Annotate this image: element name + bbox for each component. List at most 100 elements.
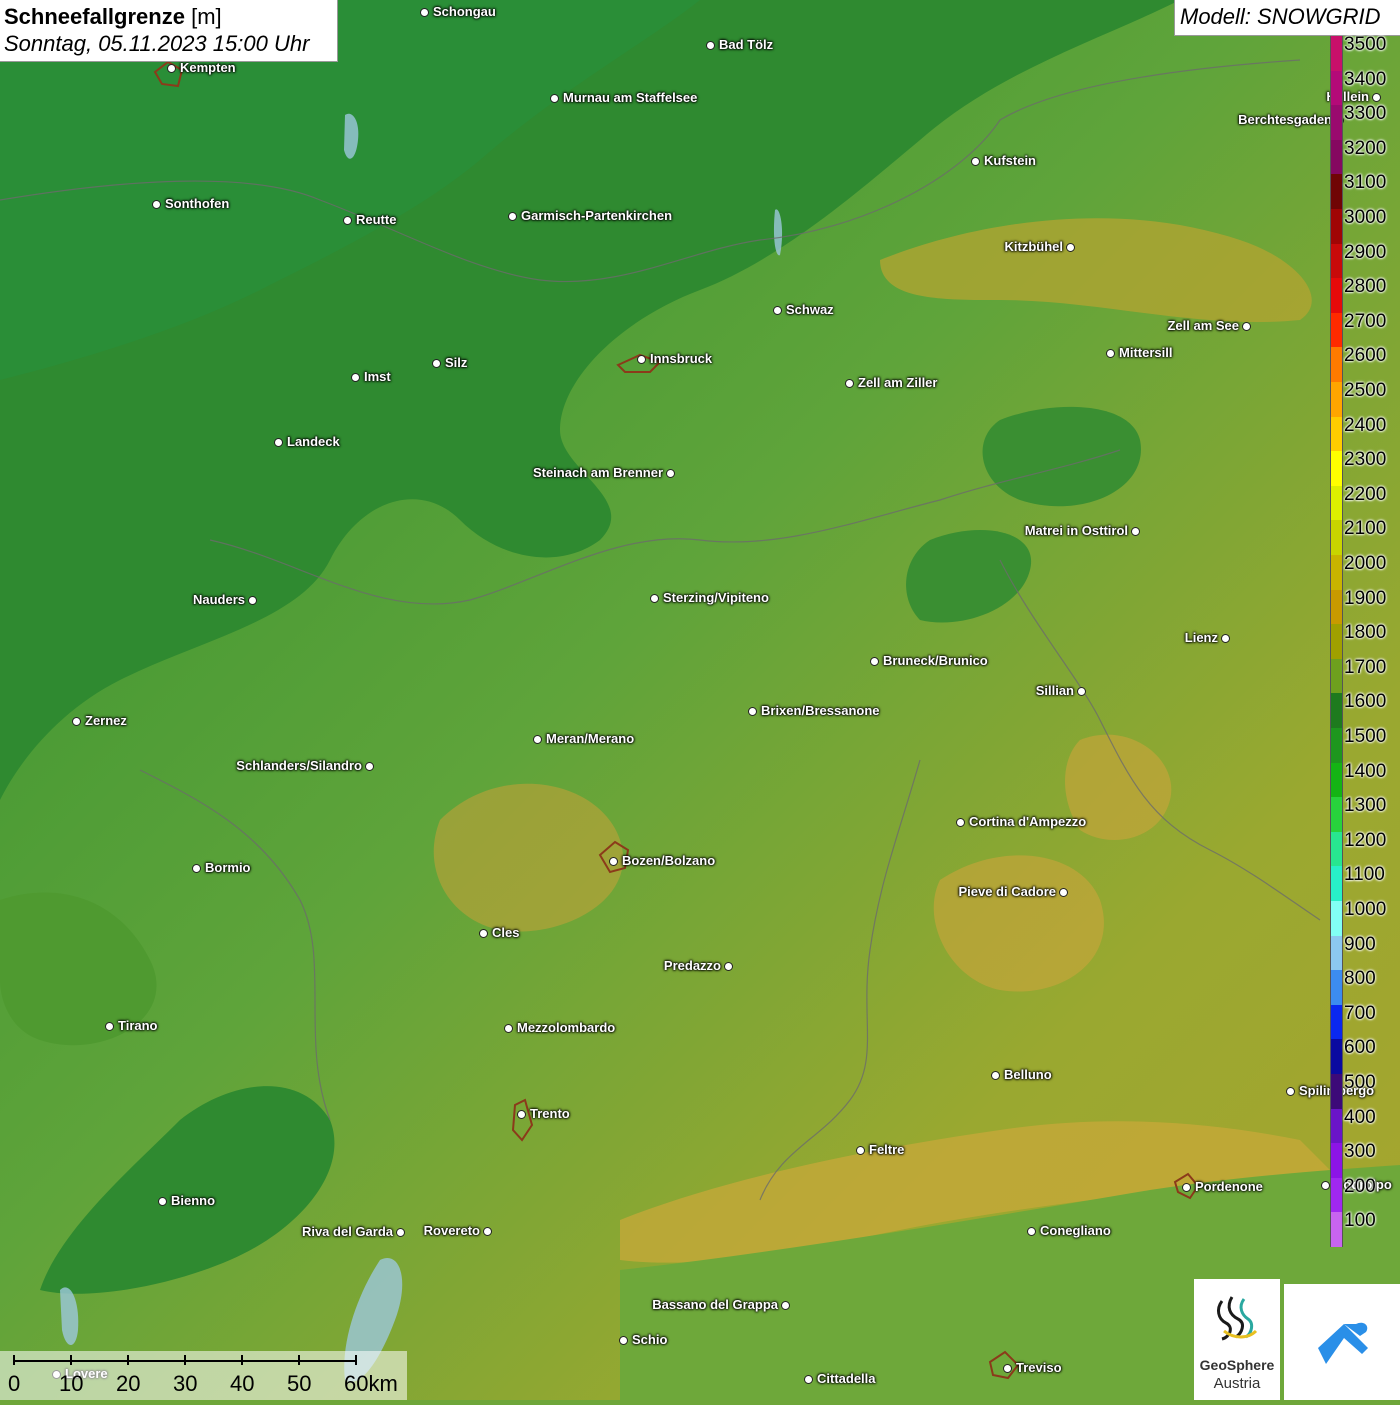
legend-swatch <box>1330 36 1343 71</box>
legend-swatch <box>1330 243 1343 279</box>
city-marker-icon <box>192 864 201 873</box>
model-label: Modell: SNOWGRID <box>1174 0 1400 36</box>
city-marker-icon <box>971 157 980 166</box>
legend-entry: 1700 <box>1328 658 1400 694</box>
city-marker-icon <box>152 200 161 209</box>
legend-label: 2800 <box>1344 276 1387 298</box>
legend-label: 1400 <box>1344 760 1387 782</box>
legend-swatch <box>1330 1074 1343 1109</box>
scale-label: 10 <box>59 1371 84 1396</box>
city-marker-icon <box>870 657 879 666</box>
legend-swatch <box>1330 1039 1343 1074</box>
city-label-conegliano: Conegliano <box>1040 1223 1111 1238</box>
legend-label: 3200 <box>1344 137 1387 159</box>
city-marker-icon <box>1242 322 1251 331</box>
scale-bar-box: 0 10 20 30 40 50 60km <box>0 1351 407 1400</box>
legend-entry: 3200 <box>1328 137 1400 175</box>
city-label-treviso: Treviso <box>1016 1360 1062 1375</box>
legend-label: 2300 <box>1344 449 1387 471</box>
legend-entry: 1100 <box>1328 865 1400 901</box>
city-marker-icon <box>748 707 757 716</box>
city-marker-icon <box>396 1228 405 1237</box>
legend-swatch <box>1330 762 1343 798</box>
city-label-garmisch-partenkirchen: Garmisch-Partenkirchen <box>521 208 673 223</box>
legend-swatch <box>1330 693 1343 728</box>
legend-entry: 3100 <box>1328 173 1400 209</box>
city-label-feltre: Feltre <box>869 1142 905 1157</box>
city-label-bienno: Bienno <box>171 1193 216 1208</box>
city-label-cortina-d-ampezzo: Cortina d'Ampezzo <box>969 814 1087 829</box>
city-marker-icon <box>167 64 176 73</box>
legend-label: 700 <box>1344 1002 1376 1024</box>
legend-entry: 2700 <box>1328 310 1400 348</box>
app-logo[interactable] <box>1284 1284 1400 1400</box>
city-label-brixen-bressanone: Brixen/Bressanone <box>761 703 880 718</box>
city-marker-icon <box>343 216 352 225</box>
legend-swatch <box>1330 416 1343 452</box>
legend-entry: 1900 <box>1328 589 1400 625</box>
legend-entry: 500 <box>1328 1072 1400 1109</box>
city-marker-icon <box>517 1110 526 1119</box>
scale-label: 50 <box>287 1371 312 1396</box>
legend-swatch <box>1330 935 1343 971</box>
city-label-cittadella: Cittadella <box>817 1371 876 1386</box>
legend-label: 500 <box>1344 1072 1376 1093</box>
legend-label: 300 <box>1344 1141 1376 1163</box>
city-label-zell-am-ziller: Zell am Ziller <box>858 375 938 390</box>
geosphere-austria-logo[interactable]: GeoSphere Austria <box>1194 1279 1280 1400</box>
legend-entry: 1600 <box>1328 691 1400 728</box>
city-marker-icon <box>550 94 559 103</box>
city-marker-icon <box>856 1146 865 1155</box>
city-label-matrei-in-osttirol: Matrei in Osttirol <box>1024 523 1128 538</box>
city-marker-icon <box>158 1197 167 1206</box>
city-label-trento: Trento <box>530 1106 570 1121</box>
city-label-mezzolombardo: Mezzolombardo <box>517 1020 616 1035</box>
legend-label: 2700 <box>1344 310 1387 332</box>
legend-label: 1800 <box>1344 622 1387 644</box>
city-label-mittersill: Mittersill <box>1119 345 1173 360</box>
city-marker-icon <box>619 1336 628 1345</box>
legend-label: 1500 <box>1344 726 1387 747</box>
legend-label: 900 <box>1344 933 1376 955</box>
legend-entry: 1500 <box>1328 726 1400 763</box>
legend-swatch <box>1330 728 1343 763</box>
scale-tick <box>355 1355 357 1365</box>
legend-label: 2900 <box>1344 241 1387 263</box>
city-label-schio: Schio <box>632 1332 668 1347</box>
austria-logo-text: Austria <box>1213 1375 1261 1392</box>
city-label-bozen-bolzano: Bozen/Bolzano <box>622 853 716 868</box>
scale-tick <box>127 1355 129 1365</box>
city-label-berchtesgaden: Berchtesgaden <box>1238 112 1332 127</box>
legend-label: 3500 <box>1344 34 1387 55</box>
city-marker-icon <box>804 1375 813 1384</box>
legend-label: 1300 <box>1344 795 1387 817</box>
city-label-bassano-del-grappa: Bassano del Grappa <box>652 1297 778 1312</box>
city-label-cles: Cles <box>492 925 520 940</box>
map-unit: [m] <box>191 4 222 29</box>
legend-label: 1000 <box>1344 899 1387 920</box>
city-label-nauders: Nauders <box>192 592 245 607</box>
city-label-meran-merano: Meran/Merano <box>546 731 635 746</box>
legend-swatch <box>1330 485 1343 521</box>
scale-tick <box>298 1355 300 1365</box>
city-marker-icon <box>432 359 441 368</box>
legend-label: 1600 <box>1344 691 1387 713</box>
city-label-sterzing-vipiteno: Sterzing/Vipiteno <box>663 590 769 605</box>
legend-swatch <box>1330 105 1343 140</box>
city-marker-icon <box>274 438 283 447</box>
city-marker-icon <box>1059 888 1068 897</box>
legend-swatch <box>1330 1177 1343 1213</box>
legend-swatch <box>1330 347 1343 382</box>
city-marker-icon <box>248 596 257 605</box>
city-marker-icon <box>773 306 782 315</box>
legend-swatch <box>1330 382 1343 417</box>
city-label-rovereto: Rovereto <box>423 1223 480 1238</box>
city-marker-icon <box>479 929 488 938</box>
legend-entry: 600 <box>1328 1038 1400 1074</box>
legend-swatch <box>1330 624 1343 659</box>
geosphere-mark-icon <box>1217 1296 1258 1341</box>
city-marker-icon <box>637 355 646 364</box>
city-marker-icon <box>504 1024 513 1033</box>
map-title-box: Schneefallgrenze [m] Sonntag, 05.11.2023… <box>0 0 338 62</box>
legend-swatch <box>1330 520 1343 555</box>
